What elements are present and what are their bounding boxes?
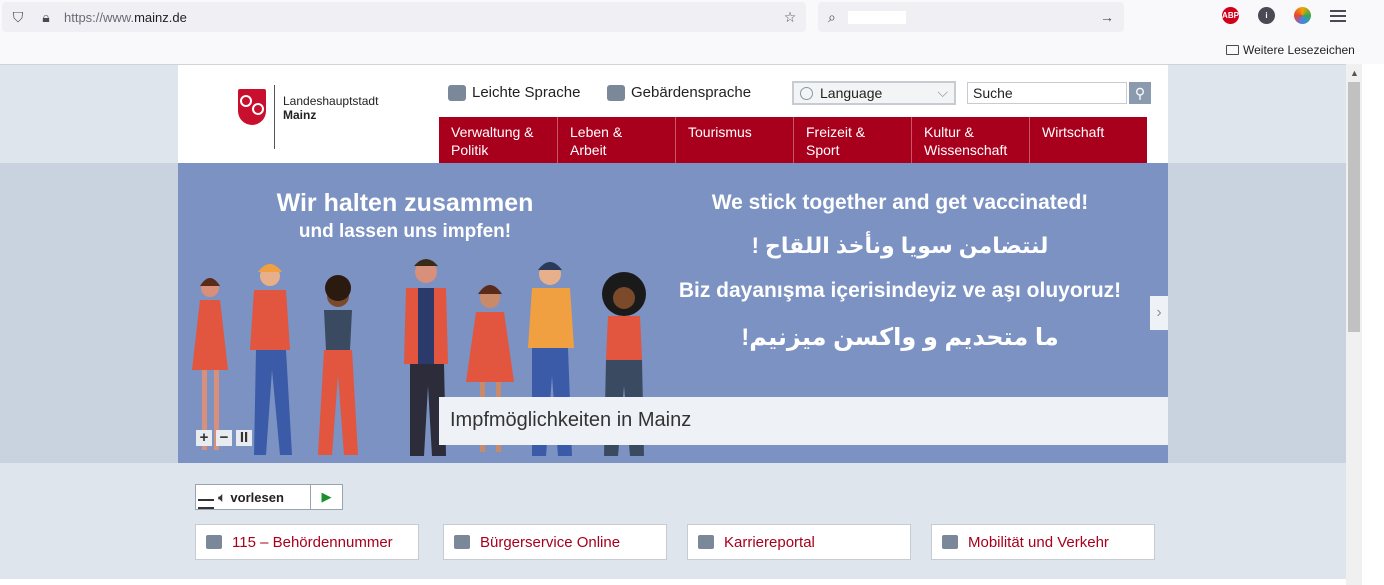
url-text[interactable]: https://www.mainz.de [64,10,187,25]
content-area-start [0,579,1346,585]
slide-text-tr: Biz dayanışma içerisindeyiz ve aşı oluyo… [678,279,1122,302]
nav-item-tourismus[interactable]: Tourismus [675,117,793,163]
readspeaker-widget[interactable]: 🔈︎ vorlesen ▶ [195,484,343,510]
magnifier-icon: ⚲ [1134,85,1146,101]
slider-band: ‹ Wir halten zusammen und lassen uns imp… [0,163,1346,463]
slide-text-fa: ما متحدیم و واکسن میزنیم! [741,324,1059,351]
quicklink-label: Mobilität und Verkehr [968,533,1109,551]
search-icon: ⌕ [828,9,836,25]
person-figure [250,264,292,455]
address-bar[interactable]: ⛉ 🔒︎ https://www.mainz.de ☆ [2,2,806,32]
easy-language-icon [448,84,466,101]
sign-language-link[interactable]: Gebärdensprache [607,84,751,101]
adblock-plus-icon[interactable]: ABP [1222,7,1239,24]
play-icon[interactable]: ▶ [310,485,342,509]
nav-item-kultur-wissenschaft[interactable]: Kultur & Wissenschaft [911,117,1029,163]
easy-language-label: Leichte Sprache [472,84,581,101]
site-header: Landeshauptstadt Mainz Leichte Sprache G… [178,65,1168,163]
easy-language-link[interactable]: Leichte Sprache [448,84,580,101]
slide-text-en: We stick together and get vaccinated! [711,191,1089,214]
nav-item-leben-arbeit[interactable]: Leben & Arbeit [557,117,675,163]
pause-button[interactable]: II [236,430,252,446]
quicklink-label: 115 – Behördennummer [232,533,393,551]
info-extension-icon[interactable]: i [1258,7,1275,24]
chevron-right-icon: › [1156,304,1162,321]
slider-controls: + − II [196,430,252,446]
lock-icon[interactable]: 🔒︎ [38,9,54,25]
language-select[interactable]: Language ⌵ [792,81,956,105]
quicklink-label: Karriereportal [724,533,815,551]
redacted-search-text [848,11,906,24]
bookmark-star-icon[interactable]: ☆ [782,9,798,25]
hamburger-menu-icon[interactable] [1330,7,1346,25]
logo-divider [274,85,275,149]
mainz-coat-of-arms-icon[interactable] [238,89,266,125]
person-figure [192,278,228,450]
page-scrollbar[interactable]: ▲ [1346,64,1362,585]
nav-item-freizeit-sport[interactable]: Freizeit & Sport [793,117,911,163]
person-figure [318,275,358,455]
language-select-value: Language [820,85,883,101]
zoom-in-button[interactable]: + [196,430,212,446]
sign-language-label: Gebärdensprache [631,84,752,101]
signpost-icon [942,535,958,549]
main-navigation: Verwaltung & Politik Leben & Arbeit Tour… [439,117,1147,163]
search-button[interactable]: ⚲ [1129,82,1151,104]
nav-item-wirtschaft[interactable]: Wirtschaft [1029,117,1147,163]
zoom-out-button[interactable]: − [216,430,232,446]
computer-icon [454,535,470,549]
readspeaker-menu-icon[interactable] [198,499,214,509]
people-icon [698,535,714,549]
scroll-up-arrow-icon[interactable]: ▲ [1350,68,1359,78]
browser-toolbar: ⛉ 🔒︎ https://www.mainz.de ☆ ⌕ → ABP i We… [0,0,1384,64]
page-viewport: Landeshauptstadt Mainz Leichte Sprache G… [0,64,1362,585]
slider-next-button[interactable]: › [1150,296,1168,330]
logo-line-1: Landeshauptstadt [283,94,379,108]
folder-icon [1226,45,1239,55]
nav-item-verwaltung-politik[interactable]: Verwaltung & Politik [439,117,557,163]
sign-language-hands-icon [607,84,625,101]
slide-subheadline-de: und lassen uns impfen! [298,221,512,242]
site-search-input[interactable]: Suche [967,82,1127,104]
slide-text-ar: لنتضامن سويا ونأخذ اللقاح ! [751,233,1049,258]
quicklink-karriereportal[interactable]: Karriereportal [687,524,911,560]
scrollbar-thumb[interactable] [1348,82,1360,332]
other-bookmarks[interactable]: Weitere Lesezeichen [1226,43,1355,57]
browser-search-bar[interactable]: ⌕ → [818,2,1124,32]
readspeaker-label[interactable]: vorlesen [230,490,310,505]
logo-line-2: Mainz [283,108,317,122]
speaker-icon: 🔈︎ [218,488,227,505]
quicklink-buergerservice[interactable]: Bürgerservice Online [443,524,667,560]
slide-headline-de: Wir halten zusammen [276,189,534,217]
quicklink-115[interactable]: 115 – Behördennummer [195,524,419,560]
arrow-right-icon[interactable]: → [1100,9,1114,25]
colorful-extension-icon[interactable] [1294,7,1311,24]
slide-caption-link[interactable]: Impfmöglichkeiten in Mainz [439,397,1168,445]
tracking-protection-shield-icon[interactable]: ⛉ [10,9,26,25]
globe-icon [800,86,813,100]
vaccination-slide[interactable]: Wir halten zusammen und lassen uns impfe… [178,163,1168,463]
quicklink-label: Bürgerservice Online [480,533,621,551]
chevron-down-icon: ⌵ [937,84,948,100]
phone-icon [206,535,222,549]
site-logo[interactable]: Landeshauptstadt Mainz [283,94,378,122]
quicklink-mobilitaet[interactable]: Mobilität und Verkehr [931,524,1155,560]
